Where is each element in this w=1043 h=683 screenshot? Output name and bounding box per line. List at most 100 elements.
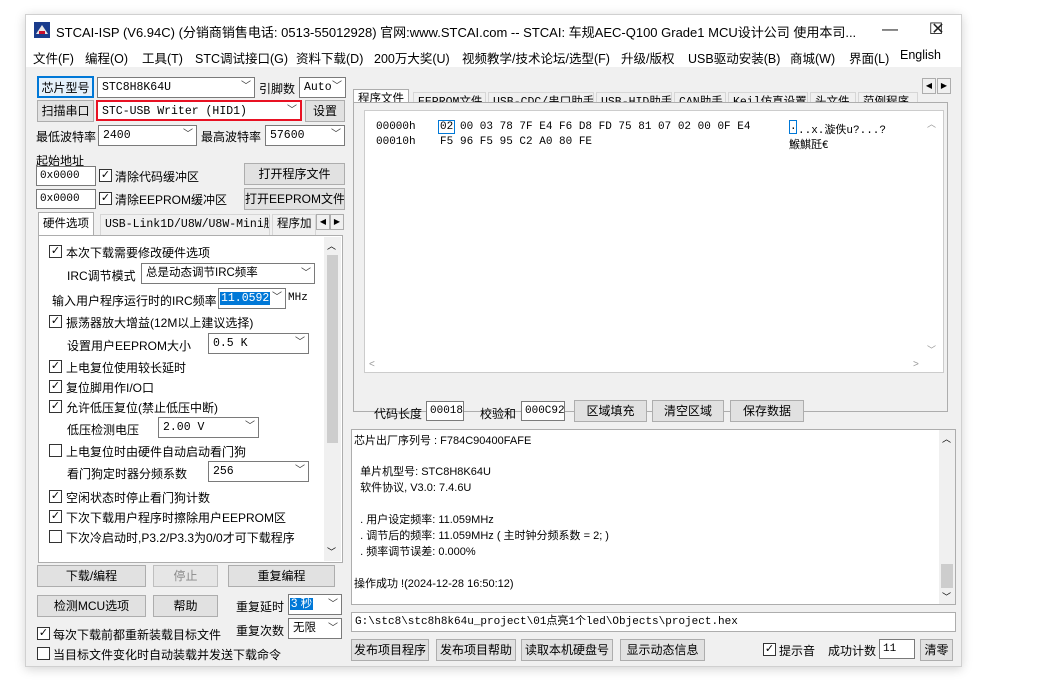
port-select[interactable]: STC-USB Writer (HID1) ﹀: [96, 100, 302, 121]
low-volt-reset-label: 允许低压复位(禁止低压中断): [66, 401, 218, 415]
settings-button[interactable]: 设置: [305, 100, 345, 122]
modify-hw-checkbox[interactable]: ✓: [49, 245, 62, 258]
menu-debug[interactable]: STC调试接口(G): [195, 48, 288, 67]
eeprom-size-select[interactable]: 0.5 K ﹀: [208, 333, 309, 354]
reset-pin-io-checkbox[interactable]: ✓: [49, 380, 62, 393]
hex-cursor-byte[interactable]: 02: [438, 120, 456, 134]
long-reset-delay-checkbox[interactable]: ✓: [49, 360, 62, 373]
irc-freq-value: 11.0592: [220, 292, 271, 305]
open-eeprom-file-button[interactable]: 打开EEPROM文件: [244, 188, 345, 210]
clear-count-button[interactable]: 清零: [920, 639, 953, 661]
download-button[interactable]: 下载/编程: [37, 565, 146, 587]
minimize-button[interactable]: —: [867, 15, 913, 45]
tab-program-encrypt[interactable]: 程序加: [272, 214, 316, 235]
repeat-delay-select[interactable]: 3 秒 ﹀: [288, 594, 342, 615]
menu-program[interactable]: 编程(O): [85, 48, 128, 67]
hw-options-scrollbar[interactable]: ︿ ﹀: [324, 237, 341, 561]
menu-shop[interactable]: 商城(W): [790, 48, 835, 67]
irc-mode-select[interactable]: 总是动态调节IRC频率 ﹀: [141, 263, 315, 284]
open-program-file-button[interactable]: 打开程序文件: [244, 163, 345, 185]
scroll-up-icon[interactable]: ︿: [927, 117, 936, 130]
area-fill-button[interactable]: 区域填充: [574, 400, 647, 422]
scroll-right-icon[interactable]: >: [913, 359, 919, 370]
scroll-left-icon[interactable]: <: [369, 359, 375, 370]
irc-freq-select[interactable]: 11.0592 ﹀: [218, 288, 286, 309]
scrollbar-thumb[interactable]: [941, 564, 953, 588]
menu-usb-driver[interactable]: USB驱动安装(B): [688, 48, 780, 67]
menu-tools[interactable]: 工具(T): [142, 48, 183, 67]
success-count-field: 11: [879, 639, 915, 659]
menu-file[interactable]: 文件(F): [33, 48, 74, 67]
repeat-count-select[interactable]: 无限 ﹀: [288, 618, 342, 639]
code-length-label: 代码长度: [374, 407, 423, 421]
repeat-delay-label: 重复延时: [236, 600, 285, 614]
publish-program-button[interactable]: 发布项目程序: [351, 639, 429, 661]
tab-usb-link[interactable]: USB-Link1D/U8W/U8W-Mini脱机: [100, 214, 270, 235]
publish-help-button[interactable]: 发布项目帮助: [436, 639, 516, 661]
scroll-down-icon[interactable]: ﹀: [942, 590, 951, 603]
scroll-down-icon[interactable]: ﹀: [927, 343, 936, 356]
code-address-input[interactable]: 0x0000: [36, 166, 96, 186]
scrollbar-thumb[interactable]: [327, 255, 338, 443]
menu-upgrade[interactable]: 升级/版权: [621, 48, 674, 67]
hex-bytes[interactable]: F5: [440, 136, 453, 148]
menu-english[interactable]: English: [900, 48, 941, 62]
beep-checkbox[interactable]: ✓: [763, 643, 776, 656]
help-button[interactable]: 帮助: [153, 595, 218, 617]
scroll-up-icon[interactable]: ︿: [327, 239, 336, 252]
show-dynamic-info-button[interactable]: 显示动态信息: [620, 639, 705, 661]
tab-hardware-options[interactable]: 硬件选项: [38, 212, 94, 236]
menu-video-forum[interactable]: 视频教学/技术论坛/选型(F): [462, 48, 610, 67]
clear-code-checkbox[interactable]: ✓: [99, 169, 112, 182]
osc-gain-checkbox[interactable]: ✓: [49, 315, 62, 328]
log-output[interactable]: 芯片出厂序列号 : F784C90400FAFE 单片机型号: STC8H8K6…: [351, 429, 956, 605]
hw-watchdog-checkbox[interactable]: [49, 444, 62, 457]
port-value: STC-USB Writer (HID1): [102, 105, 247, 118]
detect-mcu-button[interactable]: 检测MCU选项: [37, 595, 146, 617]
eeprom-address-input[interactable]: 0x0000: [36, 189, 96, 209]
low-volt-select[interactable]: 2.00 V ﹀: [158, 417, 259, 438]
reset-pin-io-label: 复位脚用作I/O口: [66, 381, 155, 395]
long-reset-delay-label: 上电复位使用较长延时: [66, 361, 187, 375]
wdt-div-select[interactable]: 256 ﹀: [208, 461, 309, 482]
p32-p33-checkbox[interactable]: [49, 530, 62, 543]
tab-scroll-left-icon[interactable]: ◀: [922, 78, 936, 94]
reload-each-checkbox[interactable]: ✓: [37, 627, 50, 640]
save-data-button[interactable]: 保存数据: [730, 400, 804, 422]
menu-prize[interactable]: 200万大奖(U): [374, 48, 450, 67]
menu-interface[interactable]: 界面(L): [849, 48, 889, 67]
hex-editor[interactable]: 00000h 02 00 03 78 7F E4 F6 D8 FD 75 81 …: [364, 110, 944, 373]
chevron-down-icon: ﹀: [241, 82, 251, 93]
log-scrollbar[interactable]: ︿ ﹀: [939, 430, 955, 604]
menu-download[interactable]: 资料下载(D): [296, 48, 363, 67]
tab-scroll-right-icon[interactable]: ▶: [937, 78, 951, 94]
reprogram-button[interactable]: 重复编程: [228, 565, 335, 587]
stop-button[interactable]: 停止: [153, 565, 218, 587]
success-count-label: 成功计数: [828, 644, 877, 658]
scan-port-button[interactable]: 扫描串口: [37, 100, 94, 122]
clear-eeprom-checkbox[interactable]: ✓: [99, 192, 112, 205]
ascii-cursor[interactable]: .: [789, 120, 797, 134]
min-baud-select[interactable]: 2400 ﹀: [98, 125, 197, 146]
read-disk-id-button[interactable]: 读取本机硬盘号: [521, 639, 613, 661]
hex-bytes[interactable]: 00 03 78 7F E4 F6 D8 FD 75 81 07 02 00 0…: [460, 121, 750, 133]
pin-count-select[interactable]: Auto ﹀: [299, 77, 346, 98]
scroll-up-icon[interactable]: ︿: [942, 432, 951, 445]
erase-eeprom-checkbox[interactable]: ✓: [49, 510, 62, 523]
irc-freq-unit: MHz: [288, 292, 308, 304]
chip-type-button[interactable]: 芯片型号: [37, 76, 94, 98]
idle-stop-wdt-checkbox[interactable]: ✓: [49, 490, 62, 503]
scroll-down-icon[interactable]: ﹀: [327, 545, 336, 558]
hex-bytes[interactable]: 96 F5 95 C2 A0 80 FE: [460, 136, 592, 148]
tab-scroll-left-icon[interactable]: ◀: [316, 214, 330, 230]
clear-area-button[interactable]: 清空区域: [652, 400, 724, 422]
max-baud-select[interactable]: 57600 ﹀: [265, 125, 345, 146]
log-line: 单片机型号: STC8H8K64U: [354, 466, 491, 478]
checksum-label: 校验和: [480, 407, 517, 421]
auto-reload-checkbox[interactable]: [37, 647, 50, 660]
chip-type-select[interactable]: STC8H8K64U ﹀: [97, 77, 255, 98]
beep-label: 提示音: [779, 644, 816, 658]
low-volt-reset-checkbox[interactable]: ✓: [49, 400, 62, 413]
tab-scroll-right-icon[interactable]: ▶: [330, 214, 344, 230]
close-button[interactable]: ✕: [915, 15, 961, 45]
